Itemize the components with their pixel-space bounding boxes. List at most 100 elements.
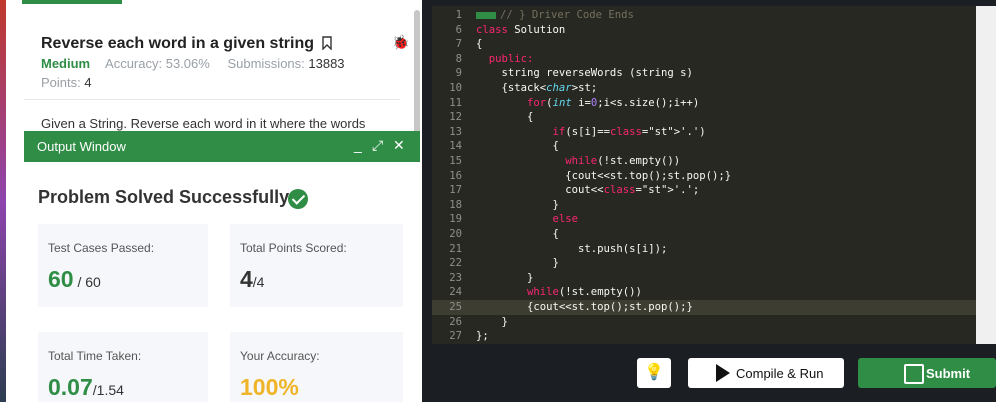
- points-label: Points:: [41, 75, 81, 90]
- line-number: 20: [449, 228, 462, 240]
- code-line[interactable]: 9 string reverseWords (string s): [432, 66, 976, 81]
- code-text: {: [476, 228, 559, 240]
- difficulty-badge: Medium: [41, 56, 91, 71]
- points-scored-card: Total Points Scored: 4/4: [230, 224, 403, 307]
- your-accuracy-label: Your Accuracy:: [240, 349, 320, 363]
- code-text: }: [476, 257, 559, 270]
- minimize-icon[interactable]: _: [354, 137, 362, 153]
- problem-meta: Medium Accuracy: 53.06% Submissions: 138…: [41, 56, 345, 71]
- submissions-value: 13883: [308, 56, 345, 71]
- line-number: 13: [449, 125, 462, 138]
- code-text: // } Driver Code Ends: [476, 8, 634, 23]
- code-text: {stack<char>st;: [476, 82, 598, 94]
- output-window-header: Output Window _ ⤢ ✕: [24, 131, 420, 162]
- code-line[interactable]: 25 {cout<<st.top();st.pop();}: [432, 300, 976, 315]
- code-line[interactable]: 20 {: [432, 227, 976, 242]
- problem-description: Given a String. Reverse each word in it …: [41, 116, 366, 131]
- code-text: }: [476, 271, 534, 284]
- code-line[interactable]: 18 }: [432, 198, 976, 213]
- test-cases-card: Test Cases Passed: 60 / 60: [38, 224, 208, 307]
- code-line[interactable]: 26 }: [432, 315, 976, 330]
- line-number: 21: [449, 242, 462, 255]
- code-text: }: [476, 315, 508, 328]
- code-line[interactable]: 19 else: [432, 212, 976, 227]
- lightbulb-icon[interactable]: 💡: [637, 358, 671, 388]
- code-text: for(int i=0;i<s.size();i++): [527, 96, 700, 109]
- code-text: {cout<<st.top();st.pop();}: [476, 169, 732, 182]
- checkbox-icon: [904, 364, 924, 384]
- line-number: 18: [449, 198, 462, 211]
- code-text: else: [552, 213, 579, 226]
- expand-icon[interactable]: ⤢: [372, 137, 383, 154]
- output-window: Output Window _ ⤢ ✕ Problem Solved Succe…: [24, 131, 420, 402]
- code-line[interactable]: 15 while(!st.empty()): [432, 154, 976, 169]
- compile-run-label: Compile & Run: [736, 366, 824, 381]
- code-line[interactable]: 1 // } Driver Code Ends: [432, 8, 976, 23]
- close-icon[interactable]: ✕: [393, 137, 405, 154]
- code-text: }: [476, 198, 559, 211]
- code-text: public:: [488, 52, 534, 65]
- time-taken-label: Total Time Taken:: [48, 349, 142, 363]
- code-line[interactable]: 21 st.push(s[i]);: [432, 242, 976, 257]
- problem-panel: Reverse each word in a given string 🐞 Me…: [0, 0, 422, 402]
- line-number: 14: [449, 140, 462, 153]
- line-number: 7: [455, 38, 462, 51]
- panel-divider[interactable]: [422, 0, 432, 402]
- accuracy-label: Accuracy:: [105, 56, 163, 71]
- code-line[interactable]: 24 while(!st.empty()): [432, 285, 976, 300]
- line-number: 25: [449, 301, 462, 313]
- line-number: 15: [449, 155, 462, 167]
- line-number: 11: [449, 96, 462, 109]
- code-line[interactable]: 23 }: [432, 271, 976, 286]
- line-number: 1: [455, 9, 462, 21]
- compile-run-button[interactable]: Compile & Run: [688, 358, 844, 388]
- play-icon: [716, 364, 730, 382]
- code-editor[interactable]: 1// } Driver Code Ends 6 class Solution 7{8…: [432, 6, 976, 344]
- submit-button[interactable]: Submit: [858, 358, 996, 388]
- code-text: {cout<<st.top();st.pop();}: [476, 301, 693, 313]
- code-text: cout<<class="st">'.';: [476, 184, 700, 197]
- line-number: 24: [449, 286, 462, 299]
- code-line[interactable]: 13 if(s[i]==class="st">'.'): [432, 125, 976, 140]
- code-line[interactable]: 14 {: [432, 139, 976, 154]
- code-line[interactable]: 10 {stack<char>st;: [432, 81, 976, 96]
- bookmark-icon[interactable]: [322, 36, 332, 50]
- submit-label: Submit: [926, 366, 971, 381]
- line-number: 9: [455, 67, 462, 80]
- code-line[interactable]: 12 {: [432, 110, 976, 125]
- code-text: st.push(s[i]);: [476, 242, 668, 255]
- line-number: 26: [449, 315, 462, 328]
- bug-report-icon[interactable]: 🐞: [392, 34, 409, 51]
- test-cases-label: Test Cases Passed:: [48, 241, 155, 255]
- time-taken-card: Total Time Taken: 0.07/1.54: [38, 332, 208, 402]
- points-scored-label: Total Points Scored:: [240, 241, 347, 255]
- window-edge: [0, 0, 6, 402]
- code-text: string reverseWords (string s): [476, 67, 693, 80]
- code-line[interactable]: 6 class Solution: [432, 23, 976, 38]
- problem-title: Reverse each word in a given string: [41, 35, 314, 52]
- code-text: class Solution: [476, 23, 566, 36]
- code-line[interactable]: 22 }: [432, 256, 976, 271]
- code-line[interactable]: 7{: [432, 37, 976, 52]
- line-number: 23: [449, 271, 462, 284]
- code-text: while(!st.empty()): [565, 155, 681, 167]
- line-number: 22: [449, 257, 462, 270]
- problem-points: Points: 4: [41, 75, 92, 90]
- output-window-title: Output Window: [37, 139, 126, 154]
- editor-scrollbar[interactable]: [976, 6, 996, 344]
- code-line[interactable]: 27};: [432, 329, 976, 344]
- code-text: {: [476, 140, 559, 153]
- accuracy-value: 53.06%: [165, 56, 210, 71]
- code-text: };: [476, 330, 489, 343]
- code-line[interactable]: 16 {cout<<st.top();st.pop();}: [432, 169, 976, 184]
- points-value: 4: [84, 75, 92, 90]
- your-accuracy-card: Your Accuracy: 100%: [230, 332, 403, 402]
- fold-badge-icon: [476, 11, 496, 19]
- code-line[interactable]: 17 cout<<class="st">'.';: [432, 183, 976, 198]
- code-text: {: [476, 111, 534, 124]
- code-line[interactable]: 8 public:: [432, 52, 976, 67]
- code-text: if(s[i]==class="st">'.'): [552, 125, 706, 138]
- code-text: {: [476, 38, 483, 51]
- code-line[interactable]: 11 for(int i=0;i<s.size();i++): [432, 96, 976, 111]
- line-number: 8: [455, 52, 462, 65]
